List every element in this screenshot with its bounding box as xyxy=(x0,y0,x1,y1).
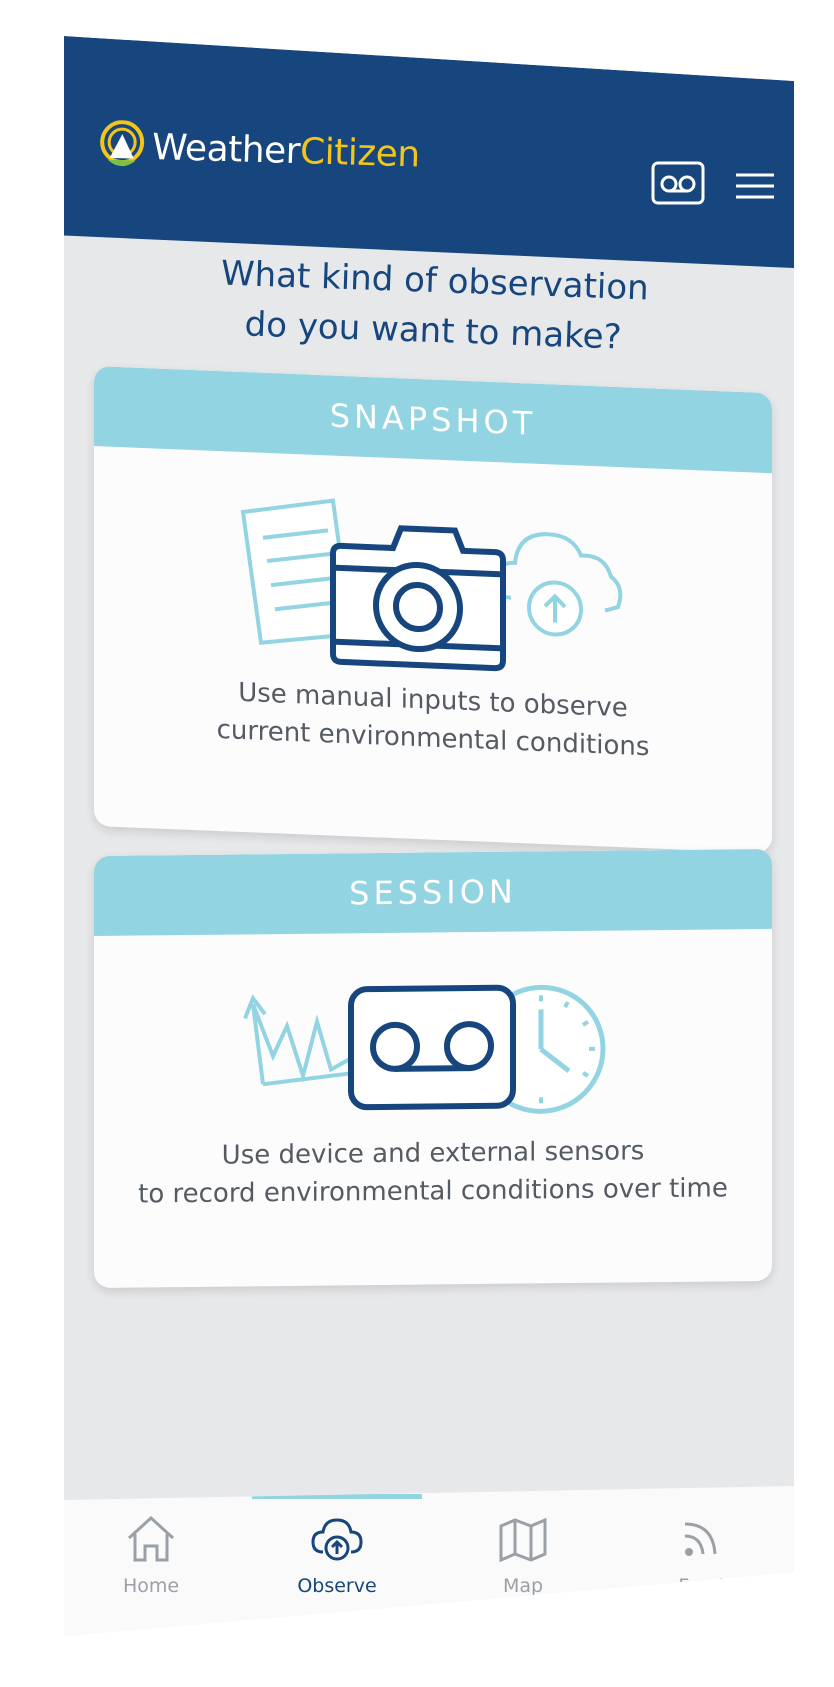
card-description: Use manual inputs to observe current env… xyxy=(94,668,772,771)
cloud-upload-icon xyxy=(492,532,623,637)
menu-button[interactable] xyxy=(734,170,776,202)
tab-feed[interactable]: Feed xyxy=(626,1514,776,1597)
tab-home[interactable]: Home xyxy=(76,1514,226,1597)
active-tab-indicator xyxy=(252,1494,422,1499)
voicemail-icon xyxy=(651,161,705,205)
snapshot-card[interactable]: SNAPSHOT Use manual inputs to observe cu… xyxy=(94,366,772,854)
bottom-tab-bar: Home Observe Map Feed xyxy=(64,1486,794,1636)
tab-map[interactable]: Map xyxy=(448,1514,598,1597)
app-screen: WeatherCitizen What kind of observation … xyxy=(64,36,794,1636)
record-session-button[interactable] xyxy=(650,160,706,206)
app-header: WeatherCitizen xyxy=(64,36,794,268)
tab-observe[interactable]: Observe xyxy=(262,1514,412,1597)
snapshot-illustration xyxy=(240,498,623,672)
session-illustration xyxy=(243,984,606,1114)
card-title: SESSION xyxy=(94,848,772,936)
camera-icon xyxy=(330,525,506,672)
session-card[interactable]: SESSION Use device and external sensors … xyxy=(94,848,772,1288)
cloud-upload-icon xyxy=(311,1518,363,1561)
home-icon xyxy=(127,1515,175,1562)
card-description: Use device and external sensors to recor… xyxy=(94,1131,772,1214)
weather-citizen-logo-icon xyxy=(100,120,145,167)
voicemail-icon xyxy=(348,984,516,1111)
tab-label: Map xyxy=(502,1575,544,1597)
app-logo[interactable]: WeatherCitizen xyxy=(97,120,420,181)
tab-label: Home xyxy=(122,1575,180,1597)
map-icon xyxy=(499,1517,547,1563)
card-title: SNAPSHOT xyxy=(94,366,772,474)
logo-text: WeatherCitizen xyxy=(151,126,421,175)
tab-label: Observe xyxy=(297,1575,377,1597)
tab-label: Feed xyxy=(678,1575,724,1597)
rss-feed-icon xyxy=(684,1522,717,1556)
desc-line-2: to record environmental conditions over … xyxy=(138,1173,728,1210)
trend-graph-icon xyxy=(243,994,354,1087)
hamburger-menu-icon xyxy=(736,173,774,199)
